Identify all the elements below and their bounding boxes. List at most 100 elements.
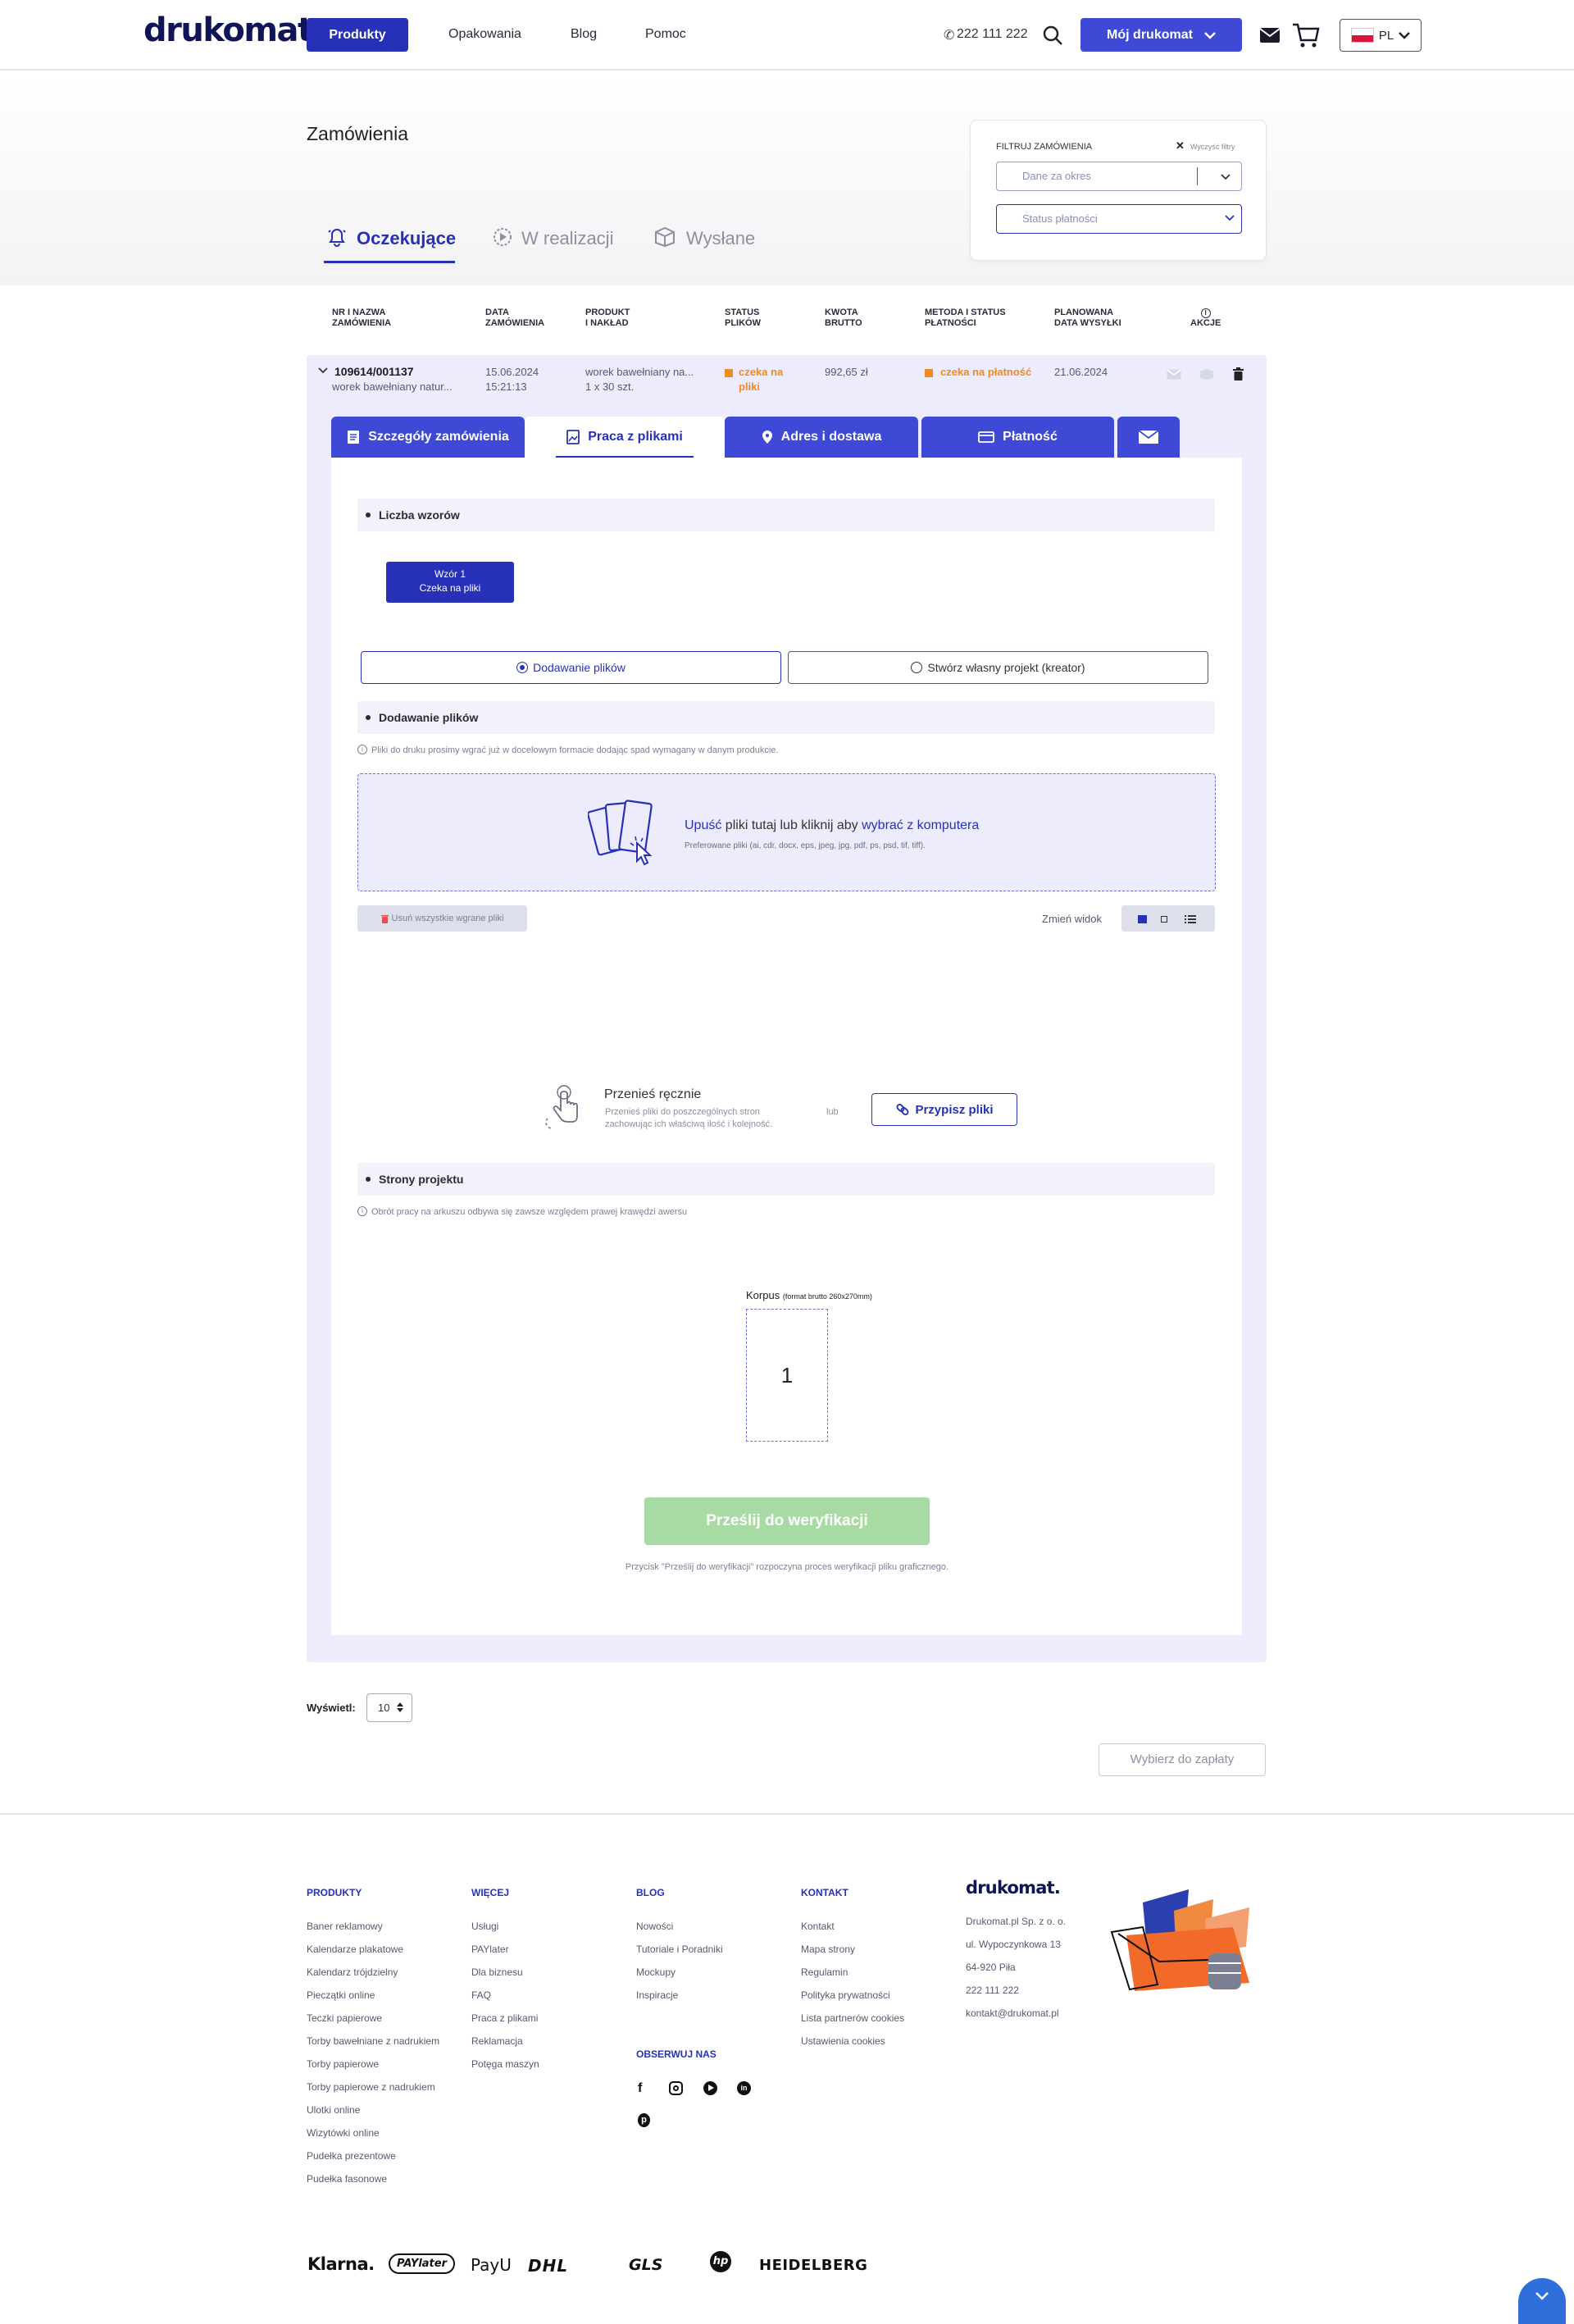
- tab-in-progress[interactable]: W realizacji: [521, 228, 613, 249]
- footer-link[interactable]: Pudełka fasonowe: [307, 2173, 387, 2185]
- footer-link[interactable]: PAYlater: [471, 1944, 509, 1955]
- trash-icon: [380, 914, 389, 923]
- footer-link[interactable]: Torby bawełniane z nadrukiem: [307, 2035, 439, 2047]
- footer-link[interactable]: Inspiracje: [636, 1989, 678, 2001]
- chevron-down-icon[interactable]: [318, 367, 328, 374]
- footer-logo[interactable]: drukomat.: [966, 1878, 1061, 1898]
- view-grid-small-icon[interactable]: [1161, 916, 1167, 923]
- footer-link[interactable]: Kalendarz trójdzielny: [307, 1966, 398, 1978]
- tab-shipped[interactable]: Wysłane: [686, 228, 755, 249]
- footer-link[interactable]: Mockupy: [636, 1966, 676, 1978]
- cart-icon[interactable]: [1292, 22, 1320, 48]
- footer-link[interactable]: Nowości: [636, 1921, 673, 1932]
- section-file-upload: Dodawanie plików: [357, 701, 1215, 734]
- file-work-panel: [331, 458, 1242, 1635]
- tab-order-details[interactable]: Szczegóły zamówienia: [331, 417, 525, 458]
- option-upload-files[interactable]: Dodawanie plików: [361, 651, 781, 684]
- footer-link[interactable]: Pieczątki online: [307, 1989, 375, 2001]
- tab-pending[interactable]: Oczekujące: [357, 228, 456, 249]
- footer-link[interactable]: Polityka prywatności: [801, 1989, 890, 2001]
- tab-payment[interactable]: Płatność: [921, 417, 1114, 458]
- footer-link[interactable]: Dla biznesu: [471, 1966, 523, 1978]
- footer-link[interactable]: Kalendarze plakatowe: [307, 1944, 403, 1955]
- footer-link[interactable]: Pudełka prezentowe: [307, 2150, 396, 2162]
- chevron-down-icon: [1225, 215, 1235, 221]
- assign-files-button[interactable]: Przypisz pliki: [871, 1093, 1017, 1126]
- page-size-select[interactable]: 10: [366, 1693, 412, 1722]
- footer-link[interactable]: Usługi: [471, 1921, 498, 1932]
- submit-hint: Przycisk "Prześlij do weryfikacji" rozpo…: [625, 1562, 949, 1572]
- nav-produkty-button[interactable]: Produkty: [307, 18, 408, 52]
- info-icon: i: [357, 745, 367, 754]
- footer-link[interactable]: Kontakt: [801, 1921, 835, 1932]
- footer-link[interactable]: Torby papierowe z nadrukiem: [307, 2081, 435, 2093]
- period-dropdown[interactable]: Dane za okres: [996, 162, 1242, 191]
- search-icon[interactable]: [1042, 25, 1063, 46]
- logo[interactable]: drukomat.: [143, 11, 325, 49]
- youtube-icon[interactable]: [703, 2081, 717, 2095]
- footer-link[interactable]: Ustawienia cookies: [801, 2035, 885, 2047]
- order-number[interactable]: 109614/001137: [334, 365, 414, 379]
- footer-col-title: BLOG: [636, 1887, 665, 1898]
- option-label: Dodawanie plików: [533, 661, 626, 674]
- trash-icon[interactable]: [1233, 367, 1244, 380]
- document-icon: [347, 430, 360, 444]
- assign-files-label: Przypisz pliki: [915, 1102, 994, 1117]
- design-status: Czeka na pliki: [419, 582, 481, 594]
- facebook-icon[interactable]: f: [638, 2081, 642, 2096]
- tab-file-work[interactable]: Praca z plikami: [525, 417, 725, 458]
- info-icon: i: [1200, 308, 1211, 318]
- mail-icon[interactable]: [1259, 27, 1281, 43]
- chevron-down-icon: [1535, 2291, 1549, 2301]
- tab-address-delivery[interactable]: Adres i dostawa: [725, 417, 918, 458]
- nav-pomoc[interactable]: Pomoc: [645, 27, 686, 42]
- order-name: worek bawełniany natur...: [332, 380, 453, 393]
- option-creator[interactable]: Stwórz własny projekt (kreator): [788, 651, 1208, 684]
- linkedin-icon[interactable]: in: [737, 2081, 751, 2095]
- nav-opakowania[interactable]: Opakowania: [448, 27, 521, 42]
- payment-status-dropdown[interactable]: Status płatności: [996, 204, 1242, 234]
- language-selector[interactable]: PL: [1340, 19, 1422, 52]
- pinterest-icon[interactable]: p: [638, 2113, 650, 2127]
- mail-icon[interactable]: [1167, 369, 1181, 380]
- col-ship-date: PLANOWANA DATA WYSYŁKI: [1054, 308, 1121, 328]
- footer-link[interactable]: Tutoriale i Poradniki: [636, 1944, 723, 1955]
- footer-link[interactable]: Mapa strony: [801, 1944, 855, 1955]
- footer-link[interactable]: Reklamacja: [471, 2035, 523, 2047]
- footer-link[interactable]: Torby papierowe: [307, 2058, 379, 2070]
- footer-link[interactable]: Baner reklamowy: [307, 1921, 383, 1932]
- clear-filters-link[interactable]: Wyczyść filtry: [1190, 143, 1235, 151]
- footer-link[interactable]: Praca z plikami: [471, 2012, 538, 2024]
- chat-widget-button[interactable]: [1518, 2278, 1566, 2324]
- design-1-button[interactable]: Wzór 1 Czeka na pliki: [386, 562, 514, 603]
- tab-messages[interactable]: [1117, 417, 1180, 458]
- col-order-date: DATA ZAMÓWIENIA: [485, 308, 545, 328]
- footer-link[interactable]: Teczki papierowe: [307, 2012, 382, 2024]
- footer-link[interactable]: Potęga maszyn: [471, 2058, 539, 2070]
- orders-hero: [0, 72, 1574, 285]
- submit-for-verification-button[interactable]: Prześlij do weryfikacji: [644, 1497, 930, 1545]
- footer-link[interactable]: Ulotki online: [307, 2104, 360, 2116]
- close-icon[interactable]: ✕: [1176, 139, 1185, 153]
- page-slot-1[interactable]: 1: [746, 1309, 828, 1442]
- my-account-button[interactable]: Mój drukomat: [1080, 18, 1242, 52]
- instagram-icon[interactable]: [669, 2081, 683, 2095]
- company-phone[interactable]: 222 111 222: [966, 1985, 1019, 1996]
- view-grid-large-icon[interactable]: [1138, 915, 1147, 923]
- chevron-down-icon: [1204, 31, 1216, 39]
- footer-link[interactable]: Regulamin: [801, 1966, 848, 1978]
- footer-link[interactable]: Wizytówki online: [307, 2127, 380, 2139]
- footer-link[interactable]: FAQ: [471, 1989, 491, 2001]
- box-icon[interactable]: [1199, 368, 1214, 380]
- select-for-payment-button[interactable]: Wybierz do zapłaty: [1099, 1743, 1266, 1776]
- view-list-icon[interactable]: [1185, 914, 1196, 924]
- file-dropzone[interactable]: Upuść pliki tutaj lub kliknij aby wybrać…: [357, 773, 1216, 891]
- my-account-label: Mój drukomat: [1107, 28, 1193, 42]
- nav-blog[interactable]: Blog: [571, 27, 597, 42]
- remove-all-files-button[interactable]: Usuń wszystkie wgrane pliki: [357, 905, 527, 932]
- choose-from-computer-link[interactable]: wybrać z komputera: [862, 818, 979, 832]
- footer-link[interactable]: Lista partnerów cookies: [801, 2012, 904, 2024]
- brand-heidelberg: HEIDELBERG: [759, 2257, 868, 2274]
- company-email[interactable]: kontakt@drukomat.pl: [966, 2007, 1059, 2019]
- phone-number[interactable]: 222 111 222: [957, 27, 1028, 42]
